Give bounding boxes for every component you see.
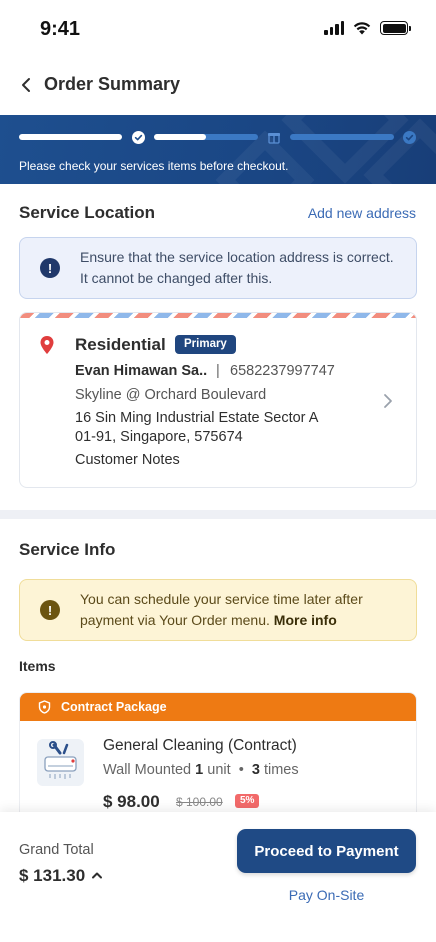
item-original-price: $ 100.00 bbox=[176, 795, 223, 809]
discount-badge: 5% bbox=[235, 794, 260, 808]
package-label: Contract Package bbox=[61, 700, 167, 714]
status-icons bbox=[324, 21, 411, 35]
status-bar: 9:41 bbox=[0, 0, 436, 56]
status-time: 9:41 bbox=[40, 18, 81, 40]
step-complete-icon bbox=[130, 129, 146, 145]
item-meta-dot: • bbox=[238, 762, 244, 778]
address-card[interactable]: Residential Primary Evan Himawan Sa.. | … bbox=[19, 312, 417, 488]
progress-step-3 bbox=[290, 134, 394, 140]
back-arrow-icon[interactable] bbox=[16, 74, 38, 96]
app-header: Order Summary bbox=[0, 62, 436, 108]
banner-message: Please check your services items before … bbox=[19, 159, 289, 173]
more-info-link[interactable]: More info bbox=[274, 612, 337, 628]
airmail-border bbox=[20, 313, 416, 318]
proceed-to-payment-button[interactable]: Proceed to Payment bbox=[237, 829, 416, 873]
schedule-alert-text: You can schedule your service time later… bbox=[80, 589, 402, 631]
contact-phone: 6582237997747 bbox=[230, 363, 335, 379]
address-street: 16 Sin Ming Industrial Estate Sector A bbox=[75, 410, 319, 426]
step-final-icon bbox=[401, 129, 417, 145]
exclamation-icon: ! bbox=[40, 258, 60, 278]
signal-icon bbox=[324, 21, 344, 35]
gift-icon bbox=[266, 129, 282, 145]
address-type: Residential bbox=[75, 335, 166, 354]
item-type: Wall Mounted bbox=[103, 762, 192, 778]
checkout-progress-banner: Please check your services items before … bbox=[0, 115, 436, 184]
location-alert-text: Ensure that the service location address… bbox=[80, 249, 394, 286]
contact-separator: | bbox=[216, 363, 220, 379]
progress-step-2-fill bbox=[154, 134, 206, 140]
items-label: Items bbox=[19, 658, 56, 674]
contact-name: Evan Himawan Sa.. bbox=[75, 363, 208, 379]
battery-icon bbox=[380, 21, 411, 35]
item-times-count: 3 bbox=[251, 762, 260, 778]
service-item-card: Contract Package General Cleaning (Contr… bbox=[19, 692, 417, 812]
contract-package-header: Contract Package bbox=[20, 693, 416, 721]
progress-step-1 bbox=[19, 134, 122, 140]
wifi-icon bbox=[353, 22, 371, 35]
section-divider bbox=[0, 510, 436, 519]
service-info-title: Service Info bbox=[19, 540, 116, 559]
item-price: $ 98.00 bbox=[103, 792, 160, 811]
aircon-icon bbox=[37, 739, 84, 786]
shield-icon bbox=[38, 700, 51, 714]
schedule-alert: ! You can schedule your service time lat… bbox=[19, 579, 417, 641]
item-meta: Wall Mounted 1 unit • 3 times bbox=[103, 762, 299, 778]
location-pin-icon bbox=[40, 336, 54, 354]
primary-badge: Primary bbox=[175, 335, 236, 354]
item-name: General Cleaning (Contract) bbox=[103, 737, 297, 754]
page-title: Order Summary bbox=[44, 74, 181, 94]
grand-total-value[interactable]: $ 131.30 bbox=[19, 866, 85, 886]
pay-onsite-link[interactable]: Pay On-Site bbox=[237, 887, 416, 903]
chevron-up-icon[interactable] bbox=[91, 870, 103, 880]
chevron-right-icon[interactable] bbox=[382, 393, 394, 409]
item-units-label: unit bbox=[207, 762, 231, 778]
customer-notes: Customer Notes bbox=[75, 452, 180, 468]
grand-total-label: Grand Total bbox=[19, 842, 94, 858]
exclamation-icon: ! bbox=[40, 600, 60, 620]
address-building: Skyline @ Orchard Boulevard bbox=[75, 387, 267, 403]
service-location-title: Service Location bbox=[19, 203, 156, 222]
add-new-address-link[interactable]: Add new address bbox=[308, 205, 416, 221]
item-times-label: times bbox=[263, 762, 299, 778]
item-units-count: 1 bbox=[195, 762, 204, 778]
checkout-footer: Grand Total $ 131.30 Proceed to Payment … bbox=[0, 812, 436, 942]
address-unit: 01-91, Singapore, 575674 bbox=[75, 429, 243, 445]
location-alert: ! Ensure that the service location addre… bbox=[19, 237, 417, 299]
